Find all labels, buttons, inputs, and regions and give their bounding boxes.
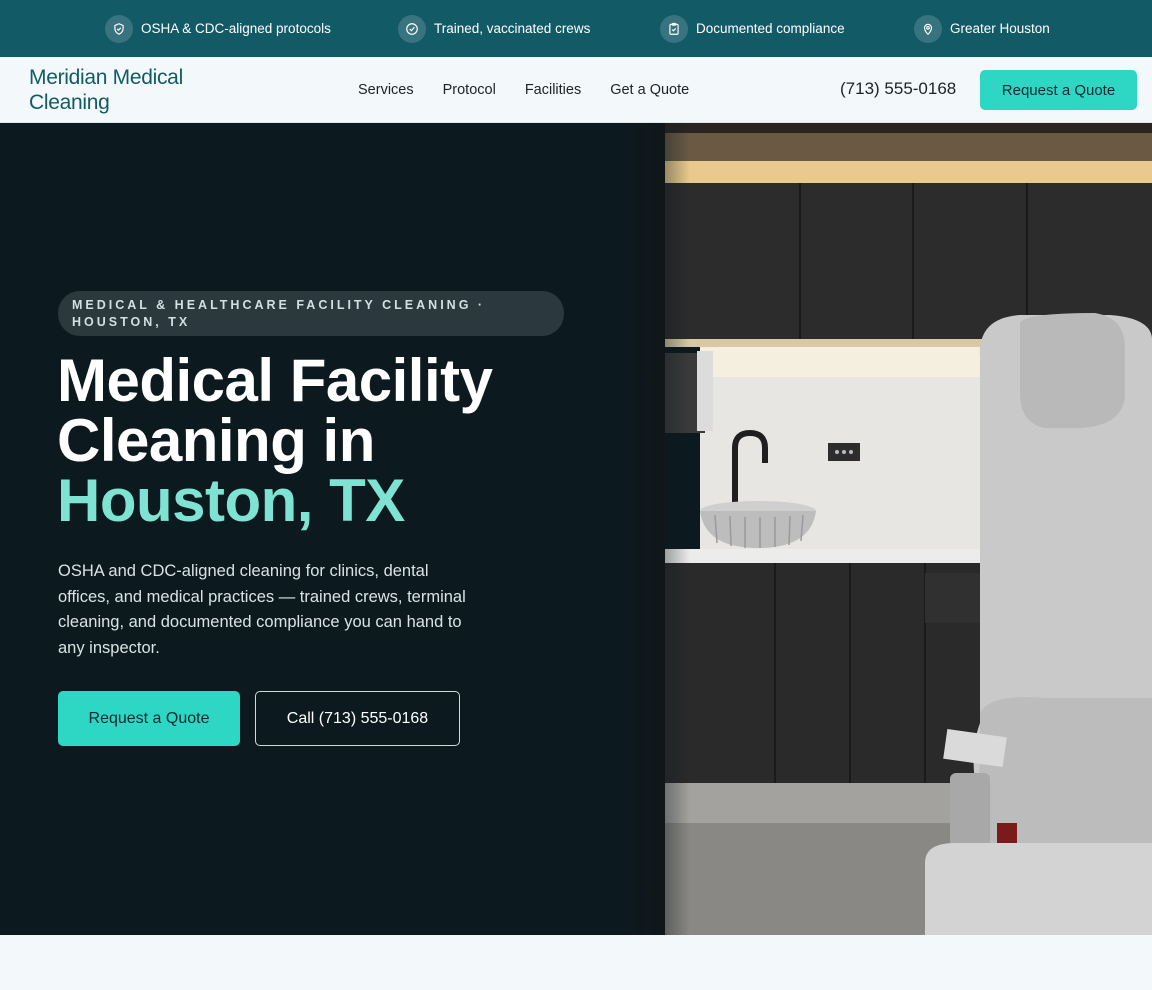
hero-section: MEDICAL & HEALTHCARE FACILITY CLEANING ·…: [0, 123, 1152, 935]
clipboard-check-icon: [660, 14, 688, 43]
trust-item-label: Greater Houston: [950, 21, 1050, 36]
shield-check-icon: [105, 14, 133, 43]
hero-title-line2: Cleaning in: [57, 407, 375, 474]
hero-call-button[interactable]: Call (713) 555-0168: [255, 691, 460, 746]
hero-eyebrow-badge: MEDICAL & HEALTHCARE FACILITY CLEANING ·…: [58, 291, 564, 336]
main-nav: Services Protocol Facilities Get a Quote: [358, 57, 718, 123]
map-pin-icon: [914, 14, 942, 43]
trust-item-osha: OSHA & CDC-aligned protocols: [105, 14, 331, 43]
trust-item-label: Documented compliance: [696, 21, 845, 36]
check-circle-icon: [398, 14, 426, 43]
next-section: [0, 935, 1152, 990]
nav-link-get-a-quote[interactable]: Get a Quote: [610, 82, 689, 98]
trust-bar: OSHA & CDC-aligned protocols Trained, va…: [0, 0, 1152, 57]
header-request-quote-button[interactable]: Request a Quote: [980, 70, 1137, 110]
nav-link-protocol[interactable]: Protocol: [443, 82, 496, 98]
hero-lead-paragraph: OSHA and CDC-aligned cleaning for clinic…: [58, 562, 466, 657]
nav-link-services[interactable]: Services: [358, 82, 414, 98]
exam-room-illustration: [625, 123, 1152, 935]
hero-title-accent: Houston, TX: [57, 467, 405, 534]
trust-item-area: Greater Houston: [914, 14, 1050, 43]
nav-link-facilities[interactable]: Facilities: [525, 82, 581, 98]
header-phone-link[interactable]: (713) 555-0168: [840, 79, 956, 99]
logo[interactable]: Meridian Medical Cleaning: [29, 65, 229, 115]
site-header: Meridian Medical Cleaning Services Proto…: [0, 57, 1152, 123]
trust-item-crews: Trained, vaccinated crews: [398, 14, 590, 43]
hero-image-exam-room: [625, 123, 1152, 935]
trust-item-compliance: Documented compliance: [660, 14, 845, 43]
hero-request-quote-button[interactable]: Request a Quote: [58, 691, 240, 746]
hero-title: Medical Facility Cleaning in Houston, TX: [57, 351, 577, 531]
trust-item-label: Trained, vaccinated crews: [434, 21, 591, 36]
hero-title-line1: Medical Facility: [57, 347, 493, 414]
hero-gradient-overlay: [600, 123, 690, 935]
trust-item-label: OSHA & CDC-aligned protocols: [141, 21, 331, 36]
